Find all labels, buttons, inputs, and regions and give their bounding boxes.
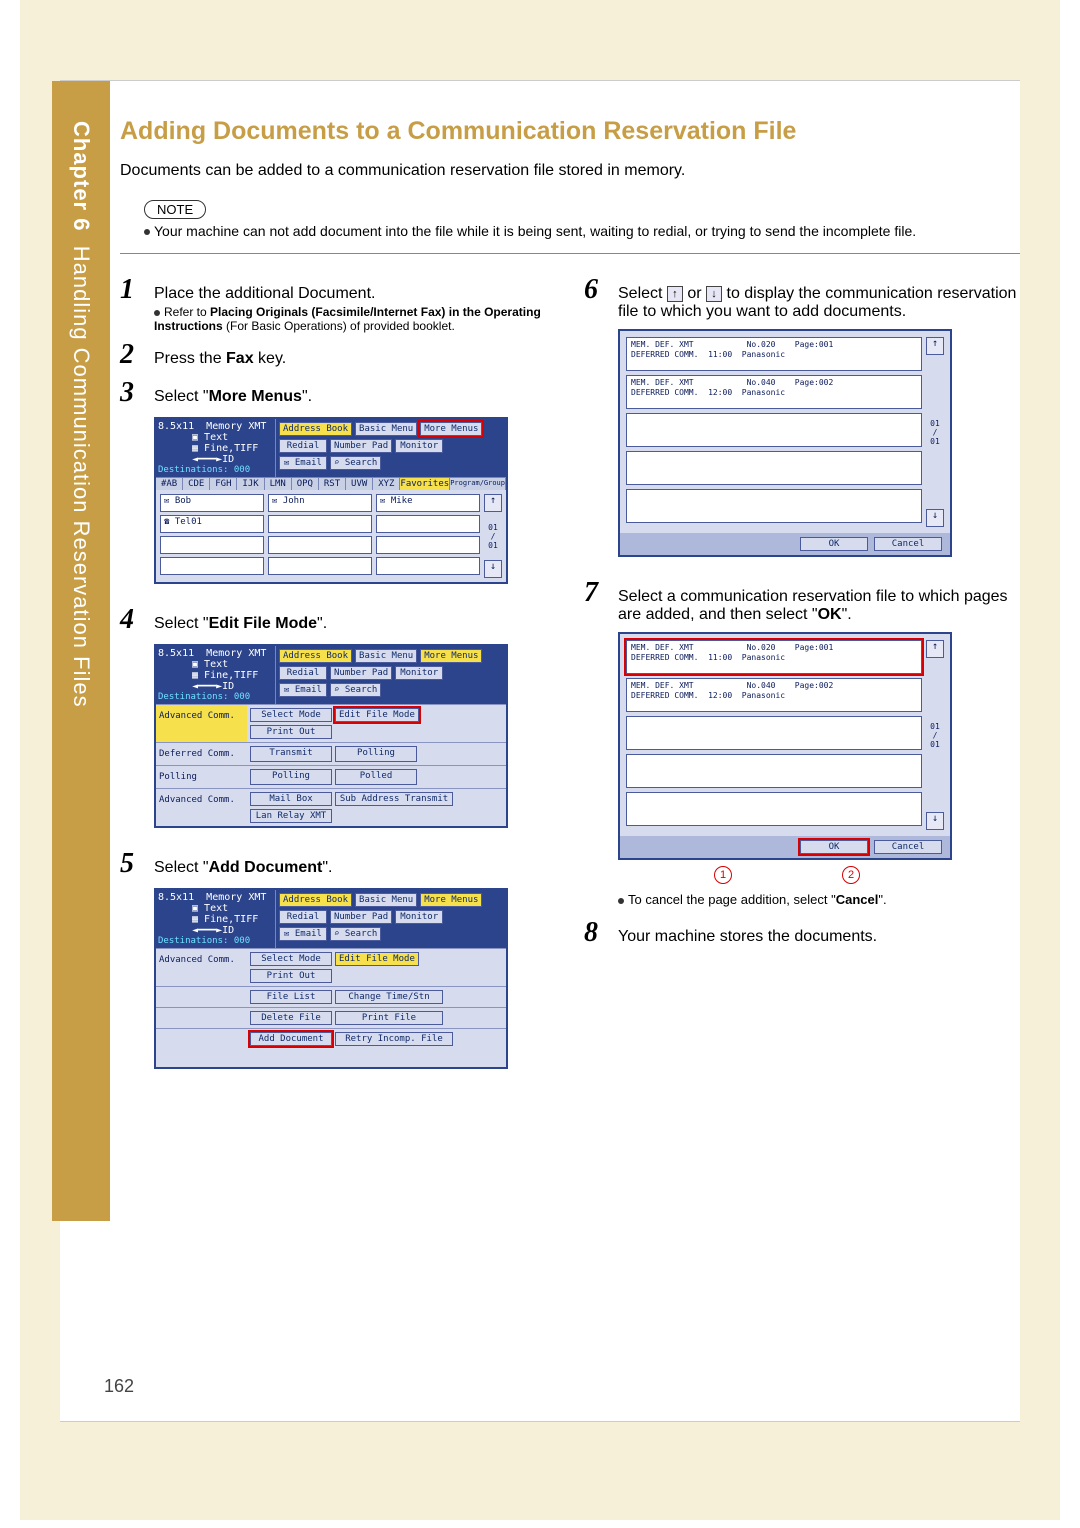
- reservation-file-row[interactable]: MEM. DEF. XMT No.020 Page:001 DEFERRED C…: [626, 337, 922, 371]
- ok-button[interactable]: OK: [800, 840, 868, 854]
- scroll-up-button[interactable]: ↑: [484, 494, 502, 512]
- note-text: Your machine can not add document into t…: [144, 223, 1020, 239]
- file-list-screen-ok: MEM. DEF. XMT No.020 Page:001 DEFERRED C…: [618, 632, 952, 860]
- step-number: 3: [120, 377, 140, 409]
- fax-screen-more-menus: 8.5x11 Memory XMT ▣ Text ▦ Fine,TIFF ◄━━…: [154, 417, 508, 584]
- page-title: Adding Documents to a Communication Rese…: [120, 117, 1020, 146]
- contact-cell[interactable]: ✉ John: [268, 494, 372, 512]
- chapter-side-tab: Chapter 6 Handling Communication Reserva…: [52, 81, 110, 1221]
- step-number: 1: [120, 274, 140, 306]
- reservation-file-row[interactable]: MEM. DEF. XMT No.040 Page:002 DEFERRED C…: [626, 375, 922, 409]
- reservation-file-row[interactable]: MEM. DEF. XMT No.040 Page:002 DEFERRED C…: [626, 678, 922, 712]
- annotation-one: 1: [714, 866, 732, 884]
- step1-text: Place the additional Document.: [154, 285, 375, 302]
- scroll-up-button[interactable]: ↑: [926, 640, 944, 658]
- contact-cell[interactable]: ☎ Tel01: [160, 515, 264, 533]
- step-number: 5: [120, 848, 140, 880]
- alpha-tabs[interactable]: #AB CDE FGH IJK LMN OPQ RST UVW XYZ Favo…: [156, 477, 506, 490]
- step-number: 8: [584, 917, 604, 949]
- redial-button[interactable]: Redial: [279, 439, 327, 453]
- left-column: 1 Place the additional Document. Refer t…: [120, 274, 556, 1089]
- contact-cell[interactable]: ✉ Bob: [160, 494, 264, 512]
- contact-cell[interactable]: ✉ Mike: [376, 494, 480, 512]
- chapter-title: Handling Communication Reservation Files: [69, 246, 94, 708]
- more-menus-button[interactable]: More Menus: [420, 422, 482, 436]
- basic-menu-button[interactable]: Basic Menu: [355, 422, 417, 436]
- address-book-button[interactable]: Address Book: [279, 422, 352, 436]
- page-number: 162: [104, 1376, 134, 1397]
- edit-file-mode-button[interactable]: Edit File Mode: [335, 708, 419, 722]
- step-number: 4: [120, 604, 140, 636]
- email-button[interactable]: ✉ Email: [279, 456, 327, 470]
- manual-page: Chapter 6 Handling Communication Reserva…: [60, 80, 1020, 1422]
- search-button[interactable]: ⌕ Search: [330, 456, 381, 470]
- cancel-button[interactable]: Cancel: [874, 840, 942, 854]
- number-pad-button[interactable]: Number Pad: [330, 439, 392, 453]
- fax-screen-add-document: 8.5x11 Memory XMT ▣ Text ▦ Fine,TIFF ◄━━…: [154, 888, 508, 1069]
- scroll-down-button[interactable]: ↓: [484, 560, 502, 578]
- intro-text: Documents can be added to a communicatio…: [120, 162, 1020, 180]
- step-number: 7: [584, 577, 604, 609]
- cancel-button[interactable]: Cancel: [874, 537, 942, 551]
- fax-screen-edit-file-mode: 8.5x11 Memory XMT ▣ Text ▦ Fine,TIFF ◄━━…: [154, 644, 508, 828]
- chapter-label: Chapter 6: [69, 121, 94, 231]
- ok-button[interactable]: OK: [800, 537, 868, 551]
- annotation-two: 2: [842, 866, 860, 884]
- down-arrow-icon: ↓: [706, 286, 722, 302]
- reservation-file-row[interactable]: MEM. DEF. XMT No.020 Page:001 DEFERRED C…: [626, 640, 922, 674]
- scroll-down-button[interactable]: ↓: [926, 812, 944, 830]
- right-column: 6 Select ↑ or ↓ to display the communica…: [584, 274, 1020, 1089]
- scroll-up-button[interactable]: ↑: [926, 337, 944, 355]
- file-list-screen: MEM. DEF. XMT No.020 Page:001 DEFERRED C…: [618, 329, 952, 557]
- scroll-down-button[interactable]: ↓: [926, 509, 944, 527]
- step-number: 2: [120, 339, 140, 371]
- note-chip: NOTE: [144, 200, 206, 219]
- monitor-button[interactable]: Monitor: [395, 439, 443, 453]
- up-arrow-icon: ↑: [667, 286, 683, 302]
- step-number: 6: [584, 274, 604, 306]
- add-document-button[interactable]: Add Document: [250, 1032, 332, 1046]
